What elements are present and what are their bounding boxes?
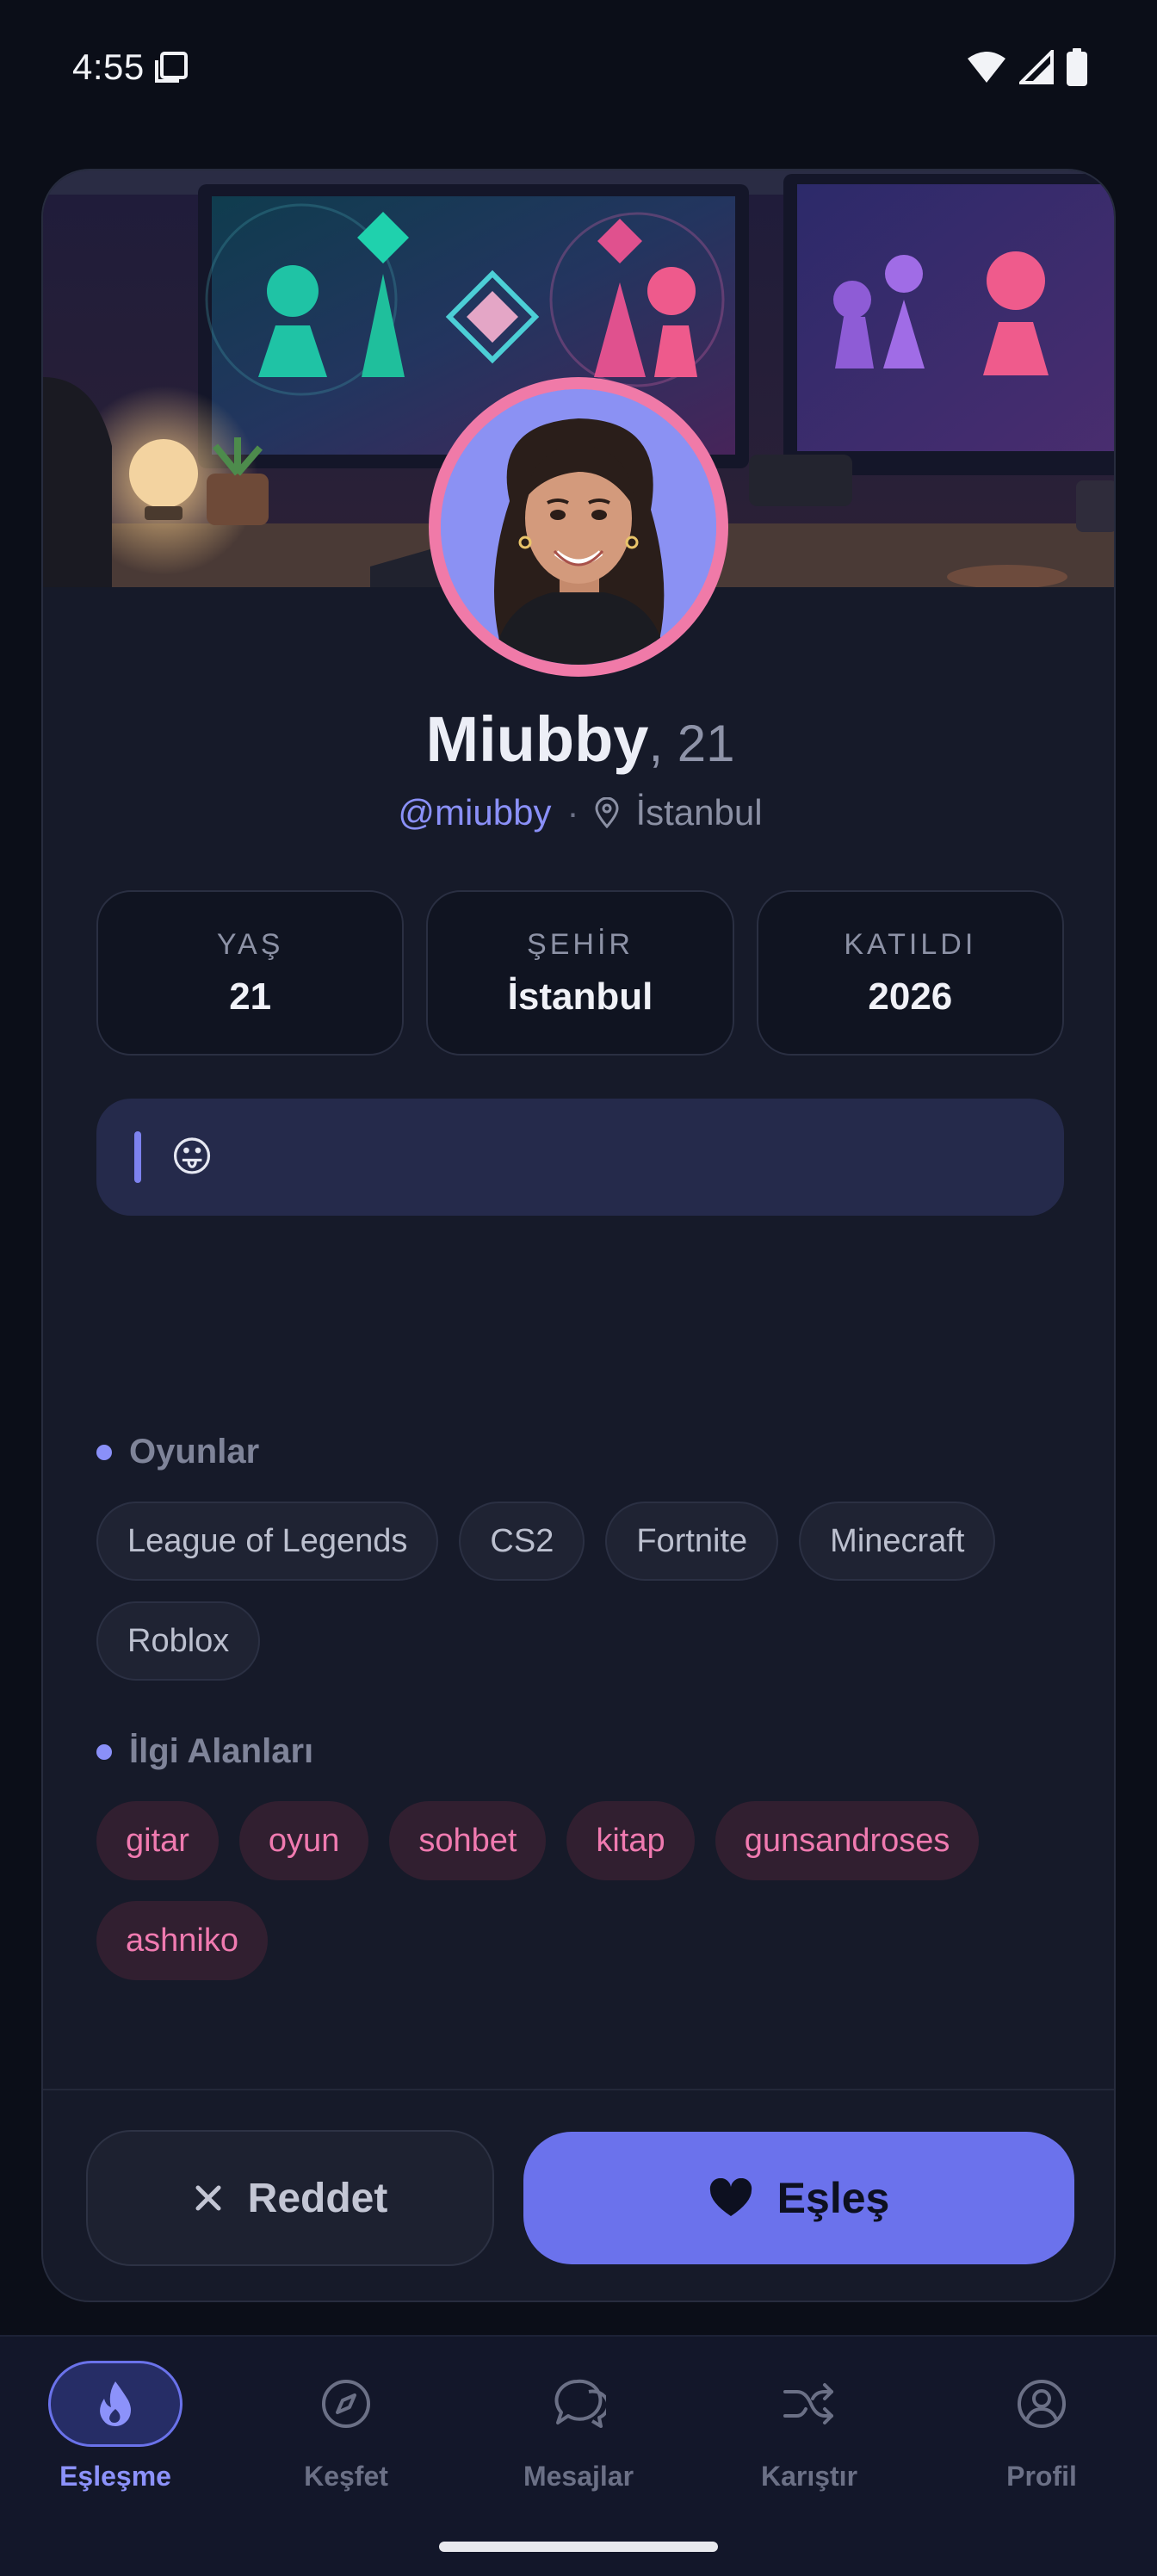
handle-row: @miubby · İstanbul	[43, 792, 1114, 833]
interest-chip[interactable]: gitar	[96, 1801, 219, 1880]
interest-chip[interactable]: ashniko	[96, 1901, 268, 1980]
nav-icon-container	[742, 2361, 876, 2447]
battery-icon	[1067, 48, 1087, 86]
chat-icon	[554, 2379, 606, 2428]
nav-icon-container	[974, 2361, 1109, 2447]
stats-row: YAŞ 21 ŞEHİR İstanbul KATILDI 2026	[96, 890, 1064, 1056]
games-chips: League of Legends CS2 Fortnite Minecraft…	[96, 1502, 1064, 1681]
divider	[43, 2089, 1114, 2090]
stat-label: YAŞ	[216, 927, 284, 961]
nav-icon-container	[511, 2361, 646, 2447]
interest-chip[interactable]: kitap	[566, 1801, 695, 1880]
nav-item-karistir[interactable]: Karıştır	[715, 2361, 904, 2492]
bio-box: 😛	[96, 1099, 1064, 1216]
profile-handle[interactable]: @miubby	[398, 792, 551, 833]
bio-accent-bar	[134, 1131, 141, 1183]
stat-city: ŞEHİR İstanbul	[426, 890, 734, 1056]
nav-label: Keşfet	[304, 2461, 388, 2492]
stat-value: İstanbul	[507, 975, 653, 1018]
avatar[interactable]	[429, 377, 728, 677]
game-chip[interactable]: Minecraft	[799, 1502, 996, 1581]
interest-chip[interactable]: gunsandroses	[715, 1801, 980, 1880]
nav-label: Profil	[1006, 2461, 1077, 2492]
games-title: Oyunlar	[129, 1433, 260, 1471]
games-section-title: Oyunlar	[96, 1433, 259, 1471]
nav-item-eslesme[interactable]: Eşleşme	[21, 2361, 210, 2492]
status-icons	[966, 48, 1088, 86]
profile-age: , 21	[648, 715, 735, 772]
wifi-icon	[968, 52, 1005, 83]
interest-chip[interactable]: sohbet	[389, 1801, 547, 1880]
stat-label: ŞEHİR	[527, 927, 634, 961]
status-time: 4:55	[72, 46, 145, 87]
compass-icon	[322, 2380, 370, 2428]
nav-label: Karıştır	[760, 2461, 858, 2492]
bottom-nav: Eşleşme Keşfet Mesajlar Karıştır Profil	[0, 2335, 1157, 2576]
nav-item-kesfet[interactable]: Keşfet	[251, 2361, 441, 2492]
bullet-dot	[96, 1444, 112, 1460]
interests-chips: gitar oyun sohbet kitap gunsandroses ash…	[96, 1801, 1064, 1980]
profile-card: Miubby, 21 @miubby · İstanbul YAŞ 21 ŞEH…	[41, 169, 1116, 2302]
user-icon	[1018, 2380, 1066, 2428]
reject-button[interactable]: Reddet	[86, 2130, 494, 2266]
interest-chip[interactable]: oyun	[238, 1801, 369, 1880]
reject-label: Reddet	[247, 2175, 388, 2221]
game-chip[interactable]: League of Legends	[96, 1502, 439, 1581]
nav-item-profil[interactable]: Profil	[947, 2361, 1136, 2492]
nav-label: Mesajlar	[523, 2461, 634, 2492]
stat-joined: KATILDI 2026	[756, 890, 1064, 1056]
profile-name-row: Miubby, 21	[43, 703, 1114, 776]
nav-icon-container	[279, 2361, 413, 2447]
stat-value: 21	[229, 975, 272, 1018]
interests-title: İlgi Alanları	[129, 1732, 314, 1770]
match-label: Eşleş	[776, 2174, 890, 2222]
stat-label: KATILDI	[844, 927, 977, 961]
close-icon	[195, 2185, 221, 2211]
heart-icon	[709, 2178, 752, 2216]
profile-city: İstanbul	[635, 792, 763, 833]
avatar-photo	[441, 389, 716, 665]
screen-record-icon	[155, 52, 188, 83]
signal-icon	[1019, 50, 1054, 84]
location-pin-icon	[595, 797, 619, 828]
bullet-dot	[96, 1743, 112, 1760]
stat-age: YAŞ 21	[96, 890, 405, 1056]
interests-section-title: İlgi Alanları	[96, 1732, 313, 1771]
game-chip[interactable]: Fortnite	[605, 1502, 779, 1581]
profile-name: Miubby	[425, 703, 649, 775]
bio-text: 😛	[170, 1135, 214, 1180]
match-button[interactable]: Eşleş	[523, 2132, 1074, 2264]
nav-item-mesajlar[interactable]: Mesajlar	[484, 2361, 673, 2492]
flame-icon	[100, 2381, 131, 2426]
separator: ·	[566, 792, 579, 833]
nav-label: Eşleşme	[59, 2461, 171, 2492]
nav-icon-container	[48, 2361, 183, 2447]
home-indicator[interactable]	[439, 2542, 718, 2552]
game-chip[interactable]: CS2	[459, 1502, 585, 1581]
shuffle-icon	[783, 2383, 833, 2424]
game-chip[interactable]: Roblox	[96, 1601, 261, 1681]
stat-value: 2026	[868, 975, 953, 1018]
status-bar: 4:55	[0, 0, 1157, 138]
